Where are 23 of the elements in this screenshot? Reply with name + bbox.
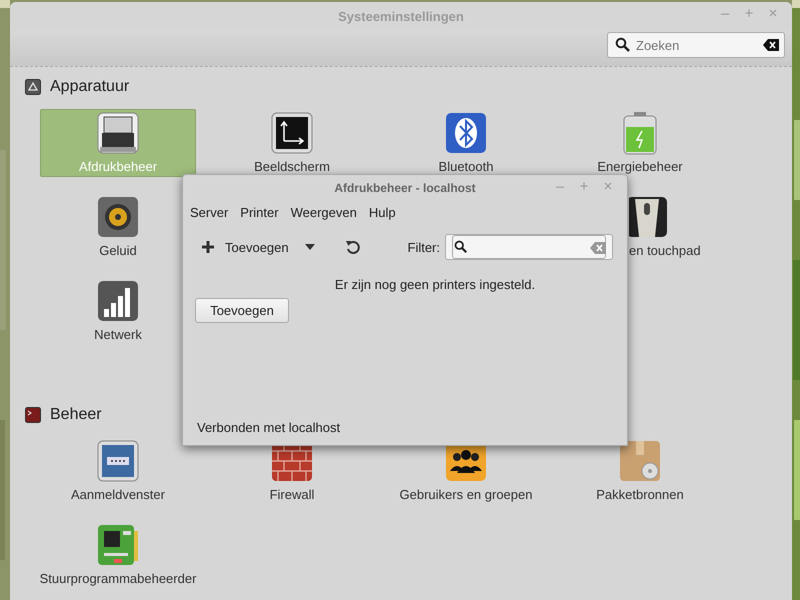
menu-item[interactable]: Weergeven — [290, 204, 357, 220]
settings-item[interactable]: Energiebeheer — [585, 109, 695, 177]
add-button[interactable]: Toevoegen — [201, 240, 289, 254]
settings-item[interactable]: Pakketbronnen — [585, 437, 695, 505]
menu-item[interactable]: Printer — [240, 204, 279, 220]
dialog-title: Afdrukbeheer - localhost — [334, 181, 476, 195]
menu-item[interactable]: Hulp — [368, 204, 396, 220]
add-printer-button[interactable]: Toevoegen — [195, 298, 289, 323]
settings-item[interactable]: en touchpad — [628, 193, 718, 261]
settings-item[interactable]: Aanmeldvenster — [63, 437, 173, 505]
settings-item[interactable]: Netwerk — [63, 277, 173, 345]
filter-label: Filter: — [408, 240, 440, 254]
settings-item[interactable]: Geluid — [63, 193, 173, 261]
section-title: Beheer — [50, 406, 102, 424]
section-title: Apparatuur — [50, 78, 130, 96]
search-field[interactable]: Zoeken — [607, 32, 785, 58]
empty-message: Er zijn nog geen printers ingesteld. — [334, 277, 536, 292]
settings-item[interactable]: Beeldscherm — [237, 109, 347, 177]
window-title: Systeeminstellingen — [338, 8, 464, 24]
settings-item[interactable]: Stuurprogrammabeheerder — [34, 521, 202, 589]
status-text: Verbonden met localhost — [197, 420, 340, 435]
settings-item[interactable]: Bluetooth — [411, 109, 521, 177]
menu-item[interactable]: Server — [190, 204, 228, 220]
